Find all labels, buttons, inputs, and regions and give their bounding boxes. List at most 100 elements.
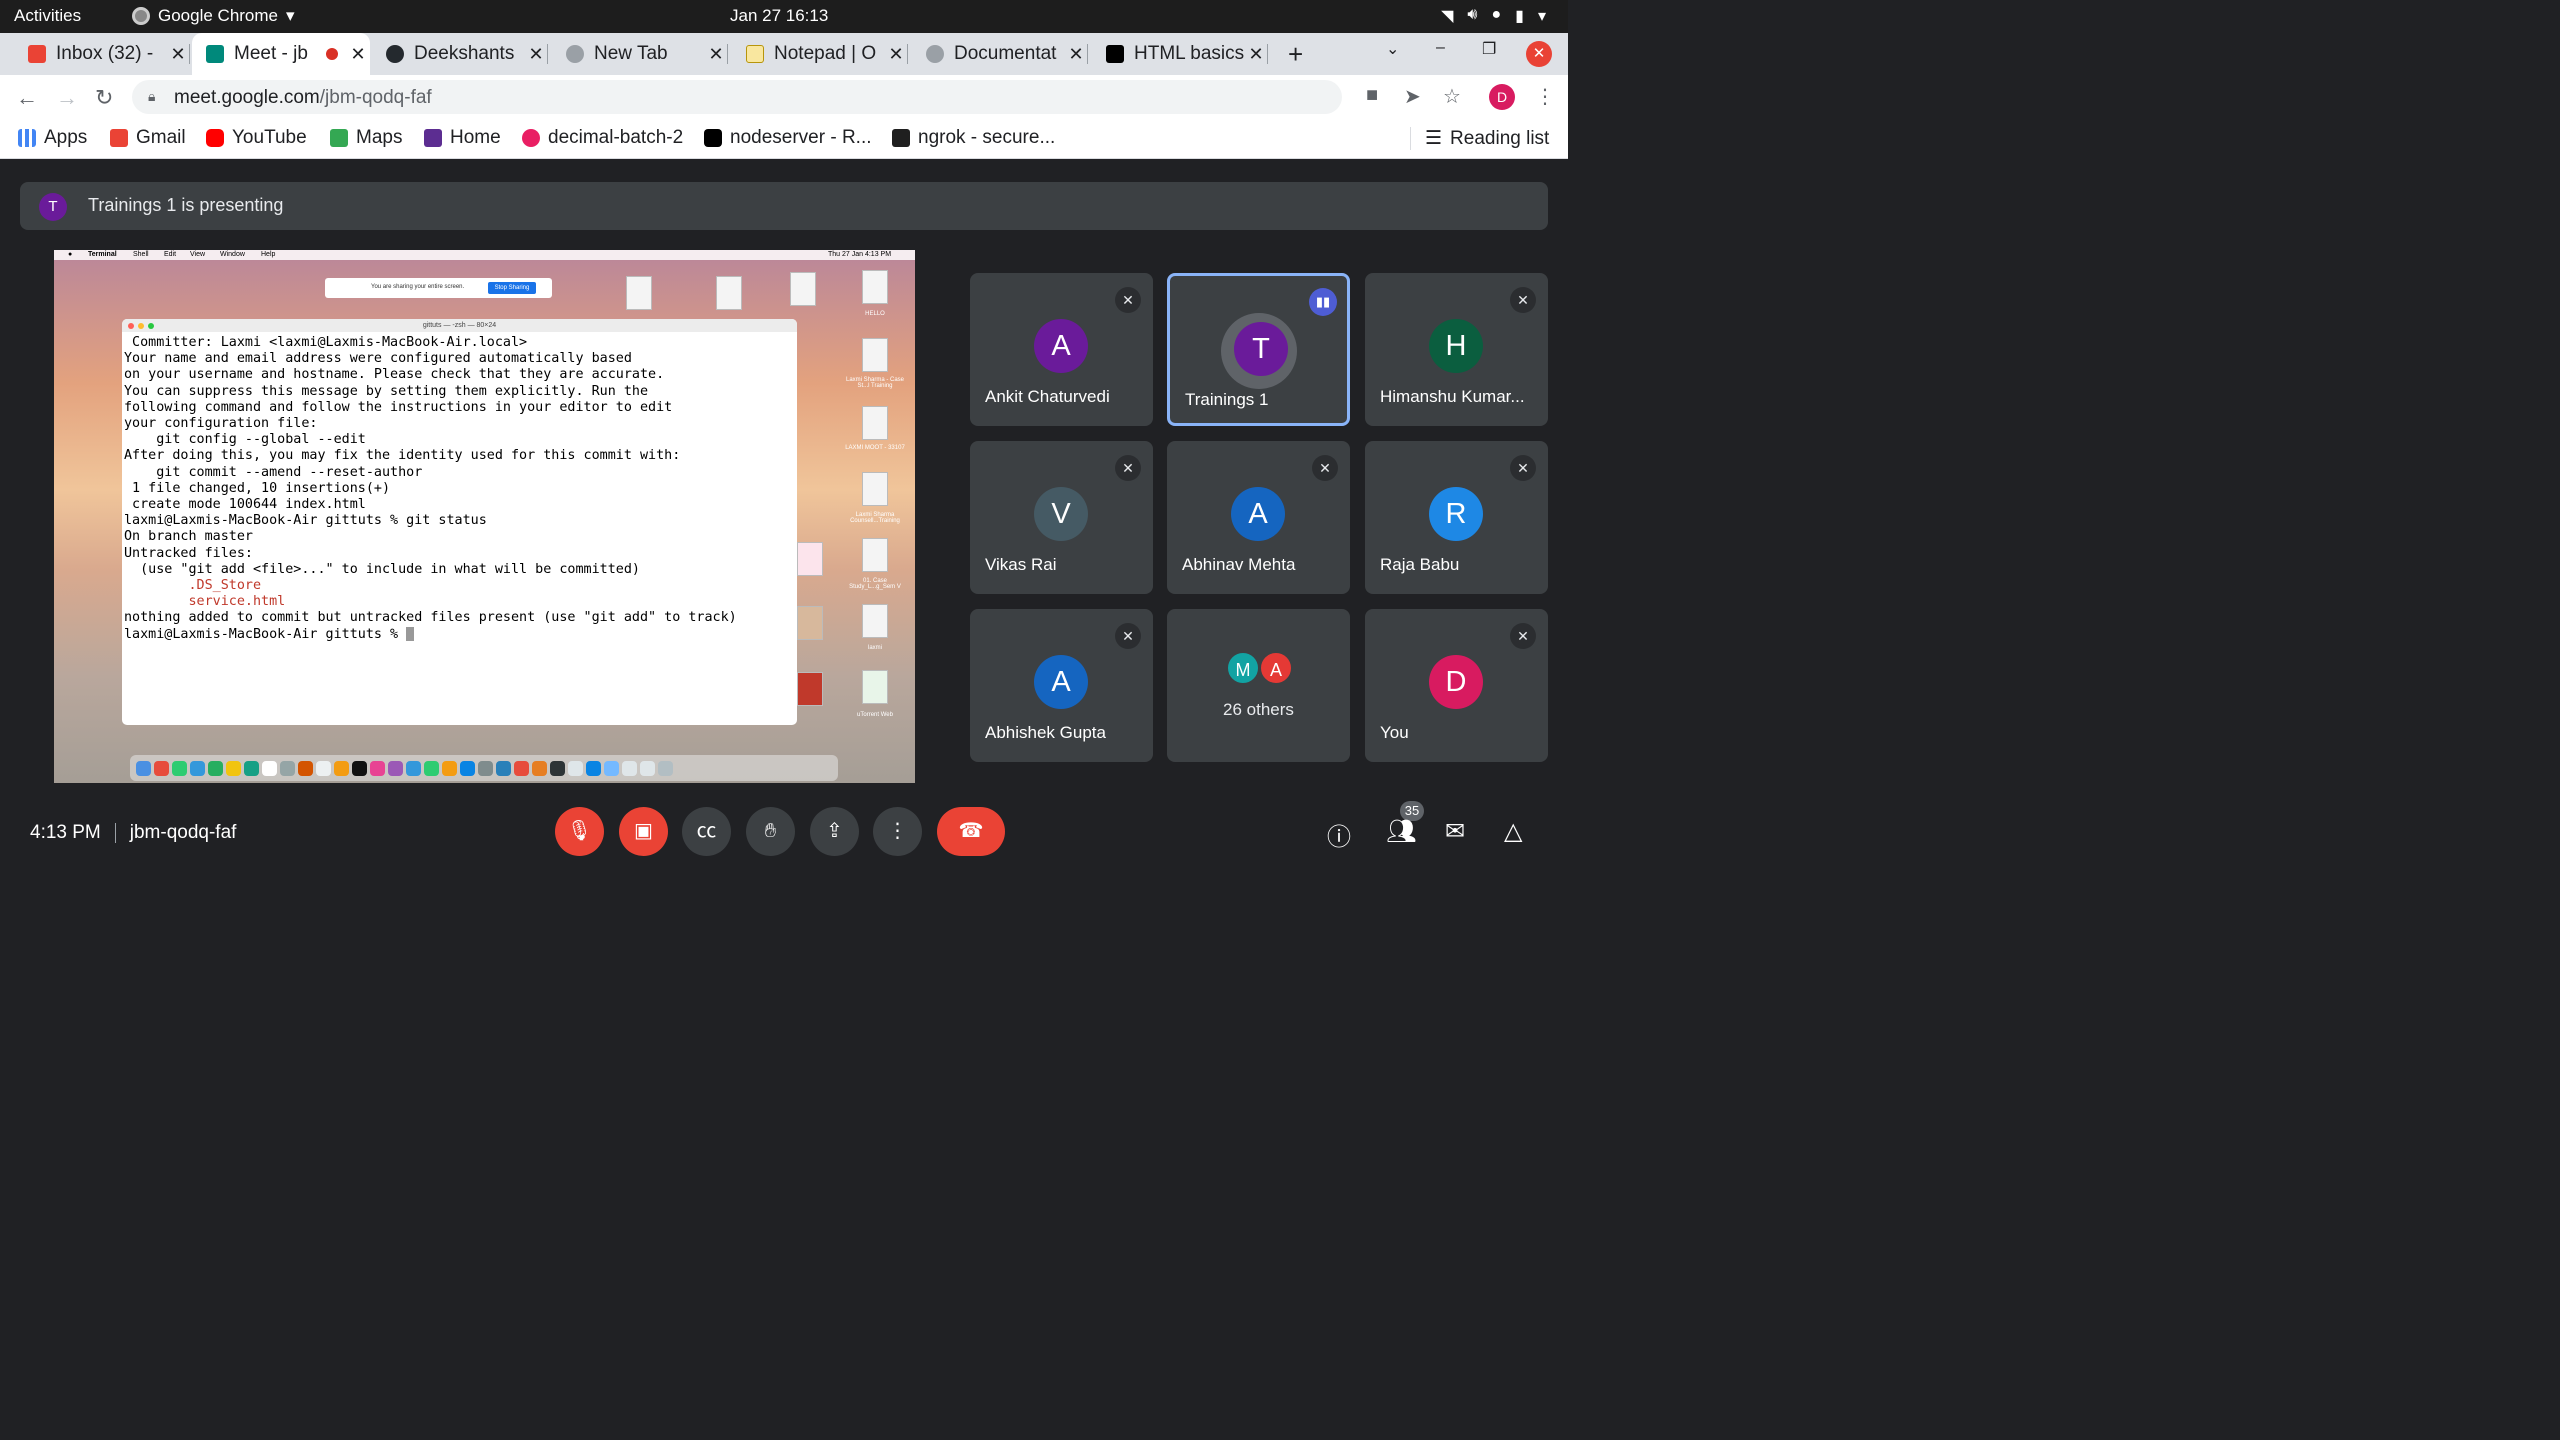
- url-text: meet.google.com/jbm-qodq-faf: [174, 87, 432, 109]
- mic-toggle-button[interactable]: 🎙︎: [555, 807, 604, 856]
- participant-tile[interactable]: ✕ H Himanshu Kumar...: [1365, 273, 1548, 426]
- close-icon[interactable]: ✕: [704, 44, 728, 65]
- recording-icon: [326, 48, 338, 60]
- bookmark-maps[interactable]: Maps: [330, 127, 402, 149]
- profile-avatar[interactable]: D: [1489, 84, 1515, 110]
- forward-button[interactable]: →: [56, 85, 78, 111]
- terminal-window[interactable]: gittuts — -zsh — 80×24 Committer: Laxmi …: [122, 319, 797, 725]
- app-name: Google Chrome: [158, 6, 279, 25]
- maps-pin-icon: [330, 129, 348, 147]
- bookmark-label: decimal-batch-2: [548, 127, 684, 148]
- new-tab-button[interactable]: +: [1288, 39, 1303, 70]
- more-options-button[interactable]: ⋮: [873, 807, 922, 856]
- present-button[interactable]: ⇪: [810, 807, 859, 856]
- gmail-icon: [28, 45, 46, 63]
- participant-tile[interactable]: ✕ A Abhinav Mehta: [1167, 441, 1350, 594]
- url-host: meet.google.com: [174, 87, 320, 108]
- ngrok-icon: [892, 129, 910, 147]
- bookmark-label: Apps: [44, 127, 88, 148]
- mac-dock: [130, 755, 838, 781]
- lock-icon[interactable]: 🔒︎: [148, 88, 155, 105]
- tab-search-button[interactable]: ⌄: [1386, 39, 1399, 59]
- chrome-menu-icon[interactable]: ⋮: [1535, 84, 1555, 109]
- send-icon[interactable]: ➤: [1404, 84, 1421, 109]
- participant-tile[interactable]: ✕ R Raja Babu: [1365, 441, 1548, 594]
- bookmark-nodeserver[interactable]: nodeserver - R...: [704, 127, 872, 149]
- tab-inbox[interactable]: Inbox (32) - ✕: [14, 33, 190, 75]
- file-icon: [862, 472, 888, 506]
- image-icon: [797, 542, 823, 576]
- contacts-icon: [280, 760, 295, 776]
- meeting-details-button[interactable]: ⓘ: [1327, 817, 1351, 852]
- participant-tile[interactable]: ✕ V Vikas Rai: [970, 441, 1153, 594]
- tab-meet[interactable]: Meet - jb ✕: [192, 33, 370, 75]
- file-icon: [862, 604, 888, 638]
- more-vert-icon: ⋮: [887, 820, 908, 842]
- tab-divider: [907, 44, 908, 64]
- self-tile[interactable]: ✕ D You: [1365, 609, 1548, 762]
- tab-github[interactable]: Deekshants ✕: [372, 33, 548, 75]
- camera-icon[interactable]: ■: [1366, 84, 1378, 107]
- bookmark-apps[interactable]: Apps: [18, 127, 87, 149]
- notepad-icon: [746, 45, 764, 63]
- activities-button[interactable]: △: [1504, 817, 1522, 846]
- reading-list-button[interactable]: ☰ Reading list: [1410, 127, 1549, 150]
- bookmark-label: Maps: [356, 127, 403, 148]
- bookmark-youtube[interactable]: YouTube: [206, 127, 307, 149]
- bookmark-label: ngrok - secure...: [918, 127, 1056, 148]
- share-notice-text: You are sharing your entire screen.: [371, 284, 465, 290]
- tab-title: Meet - jb: [234, 43, 308, 64]
- terminal-line: (use "git add <file>..." to include in w…: [124, 561, 640, 577]
- maximize-button[interactable]: ❐: [1482, 39, 1496, 59]
- window-close-button[interactable]: ✕: [1526, 41, 1552, 67]
- tab-html-basics[interactable]: HTML basics ✕: [1092, 33, 1268, 75]
- presenting-text: Trainings 1 is presenting: [88, 195, 284, 215]
- bookmark-home[interactable]: Home: [424, 127, 501, 149]
- system-clock[interactable]: Jan 27 16:13: [730, 6, 828, 26]
- bookmark-star-icon[interactable]: ☆: [1443, 84, 1461, 109]
- raise-hand-button[interactable]: ✋︎: [746, 807, 795, 856]
- terminal-line: nothing added to commit but untracked fi…: [124, 610, 737, 626]
- app-menu[interactable]: Google Chrome ▾: [132, 6, 295, 26]
- presenting-banner: T Trainings 1 is presenting: [20, 182, 1548, 230]
- system-tray[interactable]: ◥ 🔊︎ ● ▮ ▾: [1441, 6, 1546, 26]
- meeting-code: jbm-qodq-faf: [129, 822, 237, 843]
- participant-name: You: [1380, 723, 1409, 742]
- tab-notepad[interactable]: Notepad | O ✕: [732, 33, 908, 75]
- app-store-icon: [460, 760, 475, 776]
- close-icon[interactable]: ✕: [1064, 44, 1088, 65]
- close-icon[interactable]: ✕: [346, 44, 370, 65]
- participant-tile[interactable]: ✕ A Abhishek Gupta: [970, 609, 1153, 762]
- chat-button[interactable]: ✉: [1445, 817, 1465, 846]
- close-icon[interactable]: ✕: [884, 44, 908, 65]
- participant-avatar: T: [1234, 322, 1288, 376]
- tab-documentation[interactable]: Documentat ✕: [912, 33, 1088, 75]
- participant-tile[interactable]: ✕ A Ankit Chaturvedi: [970, 273, 1153, 426]
- reload-button[interactable]: ↻: [95, 85, 113, 111]
- close-icon[interactable]: ✕: [524, 44, 548, 65]
- leave-call-button[interactable]: ☎︎: [937, 807, 1005, 856]
- shared-screen[interactable]: ● Terminal Shell Edit View Window Help T…: [54, 250, 915, 783]
- minimize-button[interactable]: –: [1436, 39, 1445, 57]
- close-icon[interactable]: ✕: [166, 44, 190, 65]
- tab-new-tab[interactable]: New Tab ✕: [552, 33, 728, 75]
- terminal-line: your configuration file:: [124, 416, 318, 432]
- people-button[interactable]: 👥︎: [1386, 817, 1416, 846]
- terminal-line: following command and follow the instruc…: [124, 399, 673, 415]
- back-button[interactable]: ←: [16, 85, 38, 111]
- activities-button[interactable]: Activities: [14, 6, 81, 26]
- reminders-icon: [316, 760, 331, 776]
- file-icon: [626, 276, 652, 310]
- close-icon[interactable]: ✕: [1244, 44, 1268, 65]
- others-tile[interactable]: M A 26 others: [1167, 609, 1350, 762]
- app-icon: [298, 760, 313, 776]
- camera-toggle-button[interactable]: ▣: [619, 807, 668, 856]
- address-bar[interactable]: 🔒︎ meet.google.com/jbm-qodq-faf: [132, 80, 1342, 114]
- reading-list-label: Reading list: [1450, 127, 1550, 149]
- bookmark-ngrok[interactable]: ngrok - secure...: [892, 127, 1055, 149]
- participant-tile-speaking[interactable]: ▮▮ T Trainings 1: [1167, 273, 1350, 426]
- keynote-icon: [406, 760, 421, 776]
- bookmark-gmail[interactable]: Gmail: [110, 127, 186, 149]
- captions-button[interactable]: ㏄: [682, 807, 731, 856]
- bookmark-decimal-batch-2[interactable]: decimal-batch-2: [522, 127, 683, 149]
